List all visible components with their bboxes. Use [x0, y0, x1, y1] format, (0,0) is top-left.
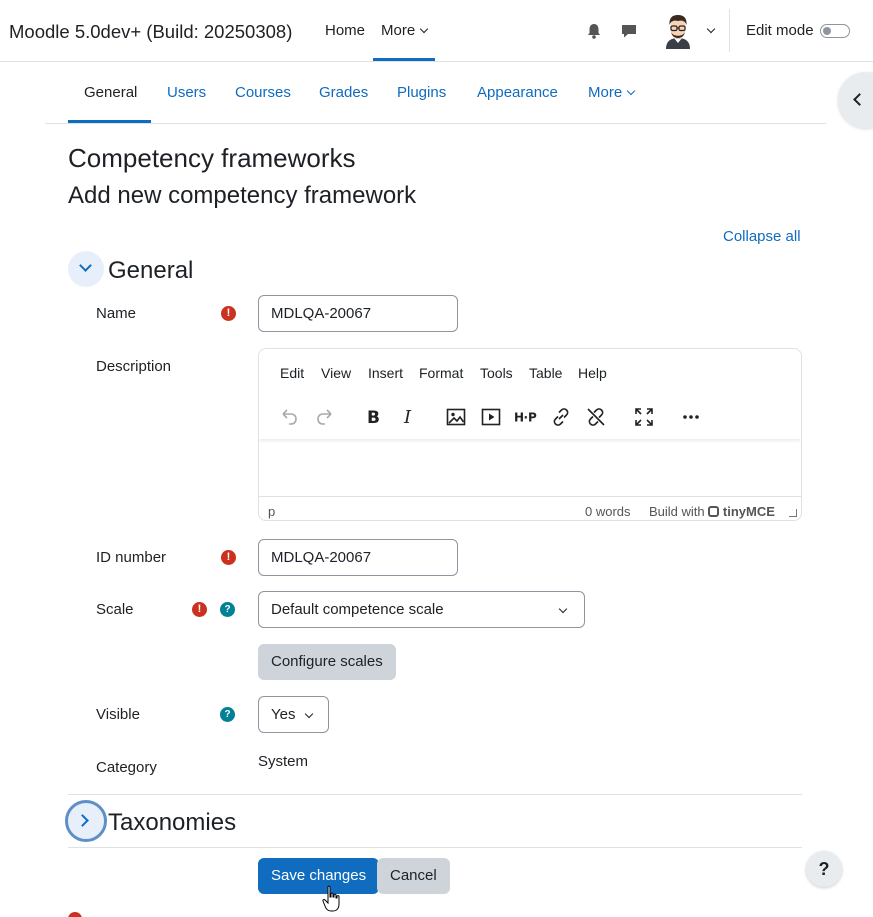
id-number-label: ID number [96, 549, 167, 566]
navbar-divider [729, 9, 730, 52]
menu-table[interactable]: Table [529, 365, 562, 381]
visible-label: Visible [96, 706, 140, 723]
build-with-tinymce[interactable]: Build with tinyMCE [649, 504, 775, 519]
h5p-icon[interactable]: H · P [513, 405, 541, 429]
edit-mode-label: Edit mode [746, 22, 814, 39]
editor-toolbar: B I H · P [259, 397, 801, 439]
menu-view[interactable]: View [321, 365, 351, 381]
visible-select[interactable]: Yes [258, 696, 329, 733]
configure-scales-button[interactable]: Configure scales [258, 644, 396, 680]
chevron-down-icon[interactable] [706, 24, 716, 34]
bell-icon[interactable] [585, 22, 603, 40]
taxonomies-section-title[interactable]: Taxonomies [108, 809, 236, 837]
page-subtitle: Add new competency framework [68, 182, 417, 209]
category-label: Category [96, 759, 157, 776]
collapse-all-link[interactable]: Collapse all [723, 228, 801, 245]
chevron-down-icon [558, 604, 568, 614]
id-number-input[interactable]: MDLQA-20067 [258, 539, 458, 576]
active-tab-indicator [68, 120, 151, 123]
section-divider [68, 794, 802, 795]
description-label: Description [96, 358, 172, 375]
required-icon: ! [221, 550, 236, 565]
menu-tools[interactable]: Tools [480, 365, 513, 381]
chevron-right-icon [76, 814, 89, 827]
general-section-title[interactable]: General [108, 257, 193, 285]
svg-text:I: I [403, 407, 412, 428]
tab-general[interactable]: General [84, 84, 137, 101]
top-navbar: Moodle 5.0dev+ (Build: 20250308) Home Mo… [0, 0, 873, 62]
section-divider [68, 847, 802, 848]
menu-insert[interactable]: Insert [368, 365, 403, 381]
svg-text:B: B [367, 408, 380, 428]
nav-home-link[interactable]: Home [325, 22, 365, 39]
scale-label: Scale [96, 601, 134, 618]
unlink-icon[interactable] [584, 405, 608, 429]
tab-more[interactable]: More [588, 84, 636, 101]
open-block-drawer-button[interactable] [838, 72, 873, 128]
element-path[interactable]: p [268, 504, 275, 519]
help-button[interactable]: ? [806, 851, 842, 887]
tab-appearance[interactable]: Appearance [477, 84, 558, 101]
chevron-down-icon [304, 709, 314, 719]
word-count[interactable]: 0 words [585, 504, 631, 519]
tab-users[interactable]: Users [167, 84, 206, 101]
taxonomies-section-toggle[interactable] [65, 800, 107, 842]
editor-statusbar: p 0 words Build with tinyMCE [259, 496, 801, 520]
nav-more-menu[interactable]: More [373, 0, 436, 61]
tab-plugins[interactable]: Plugins [397, 84, 446, 101]
bold-icon[interactable]: B [361, 405, 385, 429]
tab-more-label: More [588, 84, 623, 101]
scale-selected-value: Default competence scale [271, 601, 444, 618]
edit-mode-toggle[interactable] [820, 24, 850, 38]
menu-format[interactable]: Format [419, 365, 463, 381]
name-input[interactable]: MDLQA-20067 [258, 295, 458, 332]
avatar[interactable] [661, 13, 695, 49]
required-icon: ! [221, 306, 236, 321]
chevron-down-icon [626, 86, 636, 96]
help-icon[interactable]: ? [220, 707, 235, 722]
category-value: System [258, 753, 309, 770]
resize-handle-icon[interactable] [789, 509, 797, 517]
tab-grades[interactable]: Grades [319, 84, 368, 101]
svg-text:P: P [528, 411, 537, 425]
scale-select[interactable]: Default competence scale [258, 591, 585, 628]
menu-help[interactable]: Help [578, 365, 607, 381]
required-icon: ! [192, 602, 207, 617]
build-with-text: Build with [649, 504, 705, 519]
link-icon[interactable] [549, 405, 573, 429]
chevron-down-icon [79, 259, 92, 272]
more-options-icon[interactable] [679, 405, 703, 429]
help-icon[interactable]: ? [220, 602, 235, 617]
page-title: Competency frameworks [68, 143, 356, 173]
italic-icon[interactable]: I [396, 405, 420, 429]
save-changes-button[interactable]: Save changes [258, 858, 380, 894]
tab-courses[interactable]: Courses [235, 84, 291, 101]
general-section-toggle[interactable] [68, 251, 104, 287]
editor-menubar: Edit View Insert Format Tools Table Help [259, 349, 801, 397]
image-icon[interactable] [444, 405, 468, 429]
chevron-down-icon [419, 24, 429, 34]
nav-more-label: More [381, 22, 416, 39]
cancel-button[interactable]: Cancel [377, 858, 450, 894]
redo-icon[interactable] [313, 405, 337, 429]
chevron-left-icon [853, 93, 866, 106]
site-brand[interactable]: Moodle 5.0dev+ (Build: 20250308) [9, 21, 292, 43]
required-icon [68, 912, 82, 917]
menu-edit[interactable]: Edit [280, 365, 304, 381]
name-label: Name [96, 305, 137, 322]
tinymce-logo [708, 506, 720, 517]
description-editor: Edit View Insert Format Tools Table Help… [258, 348, 802, 521]
undo-icon[interactable] [277, 405, 301, 429]
chat-icon[interactable] [620, 22, 638, 40]
tinymce-brand: tinyMCE [722, 504, 775, 519]
media-icon[interactable] [479, 405, 503, 429]
secondary-navigation: General Users Courses Grades Plugins App… [45, 62, 826, 124]
fullscreen-icon[interactable] [632, 405, 656, 429]
visible-selected-value: Yes [271, 706, 296, 723]
hand-cursor-icon [322, 885, 340, 912]
